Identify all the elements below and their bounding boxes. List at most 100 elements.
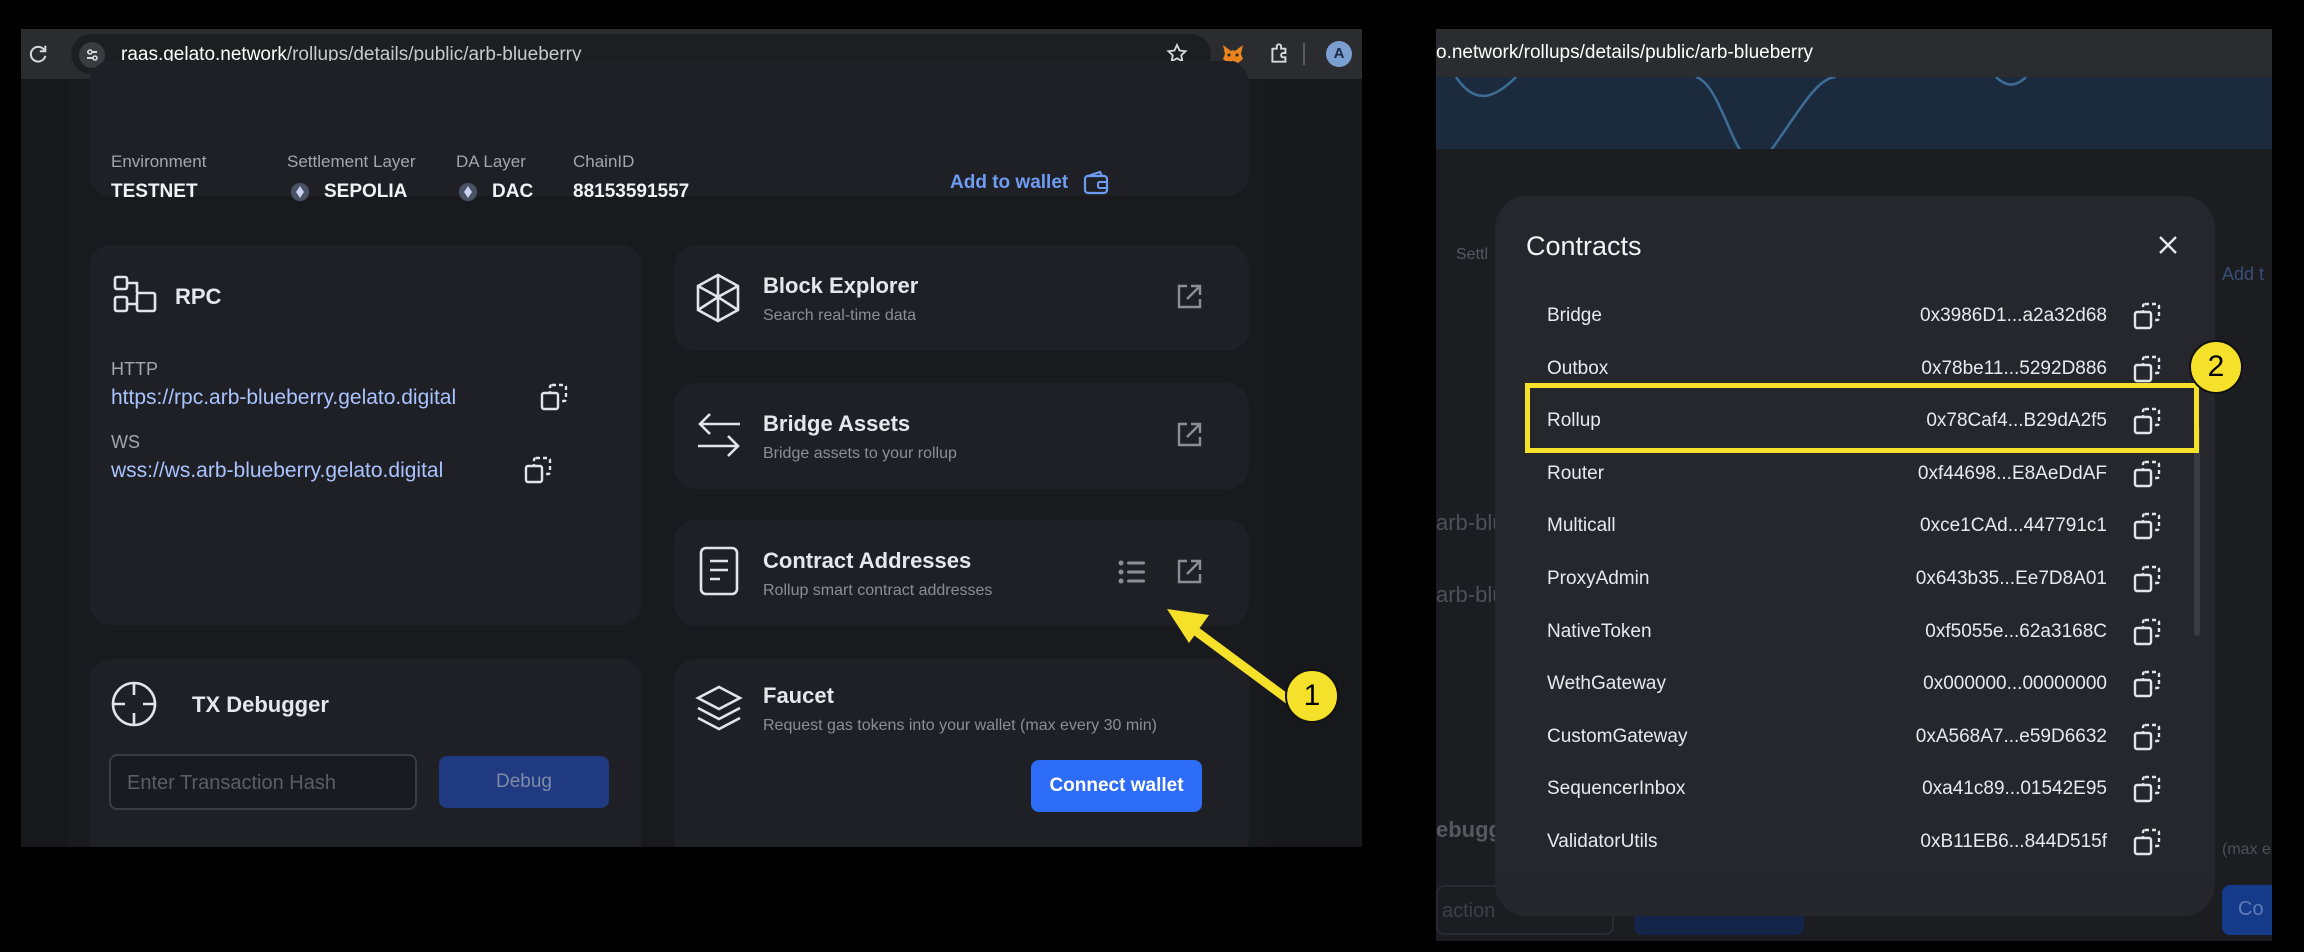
contract-name: ValidatorUtils [1547,831,1658,852]
contract-address: 0x78be11...5292D886 [1921,357,2107,379]
transaction-hash-placeholder: Enter Transaction Hash [127,772,336,794]
dac-icon [458,182,478,202]
copy-icon[interactable] [2131,773,2163,805]
close-icon[interactable] [2156,233,2180,257]
extensions-puzzle-icon[interactable] [1267,40,1293,66]
external-link-icon[interactable] [1174,557,1204,587]
contract-row-customgateway: CustomGateway 0xA568A7...e59D6632 [1495,711,2195,763]
external-link-icon[interactable] [1174,420,1204,450]
contract-row-multicall: Multicall 0xce1CAd...447791c1 [1495,500,2195,552]
block-explorer-subtitle: Search real-time data [763,307,916,324]
wallet-icon [1082,169,1110,197]
swap-arrows-icon [696,410,742,460]
reload-icon[interactable] [27,43,49,65]
copy-icon[interactable] [2131,300,2163,332]
copy-icon[interactable] [2131,616,2163,648]
contract-row-proxyadmin: ProxyAdmin 0x643b35...Ee7D8A01 [1495,553,2195,605]
callout-badge-2: 2 [2189,340,2243,394]
chart-backdrop [1436,77,2272,149]
contract-address: 0xf5055e...62a3168C [1925,620,2107,642]
bg-text-input: action [1442,900,1496,922]
block-explorer-title: Block Explorer [763,273,919,298]
faucet-subtitle: Request gas tokens into your wallet (max… [763,717,1157,734]
copy-icon[interactable] [2131,563,2163,595]
ws-url[interactable]: wss://ws.arb-blueberry.gelato.digital [111,459,443,483]
contract-addresses-title: Contract Addresses [763,548,972,573]
contract-name: Bridge [1547,305,1602,326]
connect-wallet-button[interactable]: Connect wallet [1031,760,1202,812]
bridge-assets-card[interactable]: Bridge Assets Bridge assets to your roll… [674,383,1249,489]
contract-name: Router [1547,462,1605,484]
copy-icon[interactable] [2131,458,2163,490]
rpc-card: RPC HTTP https://rpc.arb-blueberry.gelat… [89,245,642,625]
rollup-info-card: Environment TESTNET Settlement Layer SEP… [89,61,1249,202]
left-screenshot: raas.gelato.network/rollups/details/publ… [21,29,1362,847]
contract-address: 0x000000...00000000 [1923,673,2107,695]
environment-label: Environment [111,152,207,171]
copy-ws-icon[interactable] [522,454,554,486]
copy-icon[interactable] [2131,721,2163,753]
modal-title: Contracts [1526,231,1642,261]
bg-text-con: Co [2238,898,2264,920]
chainid-label: ChainID [573,152,635,171]
contract-row-validatorutils: ValidatorUtils 0xB11EB6...844D515f [1495,816,2195,868]
copy-icon[interactable] [2131,668,2163,700]
bg-text-add: Add t [2222,264,2265,284]
contract-row-sequencerinbox: SequencerInbox 0xa41c89...01542E95 [1495,763,2195,815]
contract-name: ProxyAdmin [1547,568,1650,589]
rollup-highlight-box [1525,383,2199,453]
list-icon[interactable] [1117,558,1147,586]
contract-address: 0x3986D1...a2a32d68 [1920,305,2107,326]
copy-http-icon[interactable] [538,381,570,413]
bg-connect-fragment: Co [2222,885,2272,935]
da-label: DA Layer [456,152,526,171]
right-screenshot: o.network/rollups/details/public/arb-blu… [1436,29,2272,941]
document-icon [698,545,740,597]
block-explorer-card[interactable]: Block Explorer Search real-time data [674,245,1249,351]
add-to-wallet-button[interactable]: Add to wallet [950,169,1110,197]
http-url[interactable]: https://rpc.arb-blueberry.gelato.digital [111,386,456,410]
contracts-modal: Contracts Bridge 0x3986D1...a2a32d68 Outbo… [1495,196,2215,916]
toolbar-divider [1303,43,1305,65]
contract-row-router: Router 0xf44698...E8AeDdAF [1495,448,2195,500]
callout-badge-1: 1 [1285,669,1339,723]
contract-name: CustomGateway [1547,725,1688,747]
faucet-title: Faucet [763,683,834,708]
contract-address: 0xf44698...E8AeDdAF [1917,462,2107,484]
contract-address: 0xB11EB6...844D515f [1920,831,2107,852]
copy-icon[interactable] [2131,353,2163,385]
contract-name: SequencerInbox [1547,778,1686,800]
browser-toolbar: o.network/rollups/details/public/arb-blu… [1436,29,2272,77]
transaction-hash-input[interactable]: Enter Transaction Hash [109,754,417,810]
crosshair-icon [109,679,159,729]
bridge-assets-subtitle: Bridge assets to your rollup [763,445,957,462]
copy-icon[interactable] [2131,826,2163,858]
contract-address: 0xce1CAd...447791c1 [1920,515,2107,537]
contract-address: 0x643b35...Ee7D8A01 [1915,568,2107,589]
contract-name: NativeToken [1547,620,1652,642]
environment-value: TESTNET [111,181,198,202]
debug-button-label: Debug [496,771,552,792]
tx-debugger-card: TX Debugger Enter Transaction Hash Debug [89,659,642,847]
sepolia-icon [290,182,310,202]
contract-row-bridge: Bridge 0x3986D1...a2a32d68 [1495,290,2195,342]
contract-name: Outbox [1547,357,1609,379]
contract-addresses-subtitle: Rollup smart contract addresses [763,582,993,599]
debug-button[interactable]: Debug [439,756,609,808]
rpc-title: RPC [175,284,222,309]
external-link-icon[interactable] [1174,282,1204,312]
rpc-icon [111,273,159,321]
url-fragment[interactable]: o.network/rollups/details/public/arb-blu… [1436,42,1813,64]
contract-row-nativetoken: NativeToken 0xf5055e...62a3168C [1495,606,2195,658]
copy-icon[interactable] [2131,510,2163,542]
contract-name: Multicall [1547,515,1616,537]
profile-avatar[interactable]: A [1326,41,1352,67]
chainid-value: 88153591557 [573,181,690,202]
add-to-wallet-label: Add to wallet [950,172,1069,193]
bg-text-debug: ebugg [1436,817,1502,842]
next-row-fade [1495,878,2215,916]
tx-debugger-title: TX Debugger [192,692,329,717]
bg-text-max: (max e [2222,841,2271,858]
settlement-label: Settlement Layer [287,152,416,171]
connect-wallet-label: Connect wallet [1049,775,1184,796]
